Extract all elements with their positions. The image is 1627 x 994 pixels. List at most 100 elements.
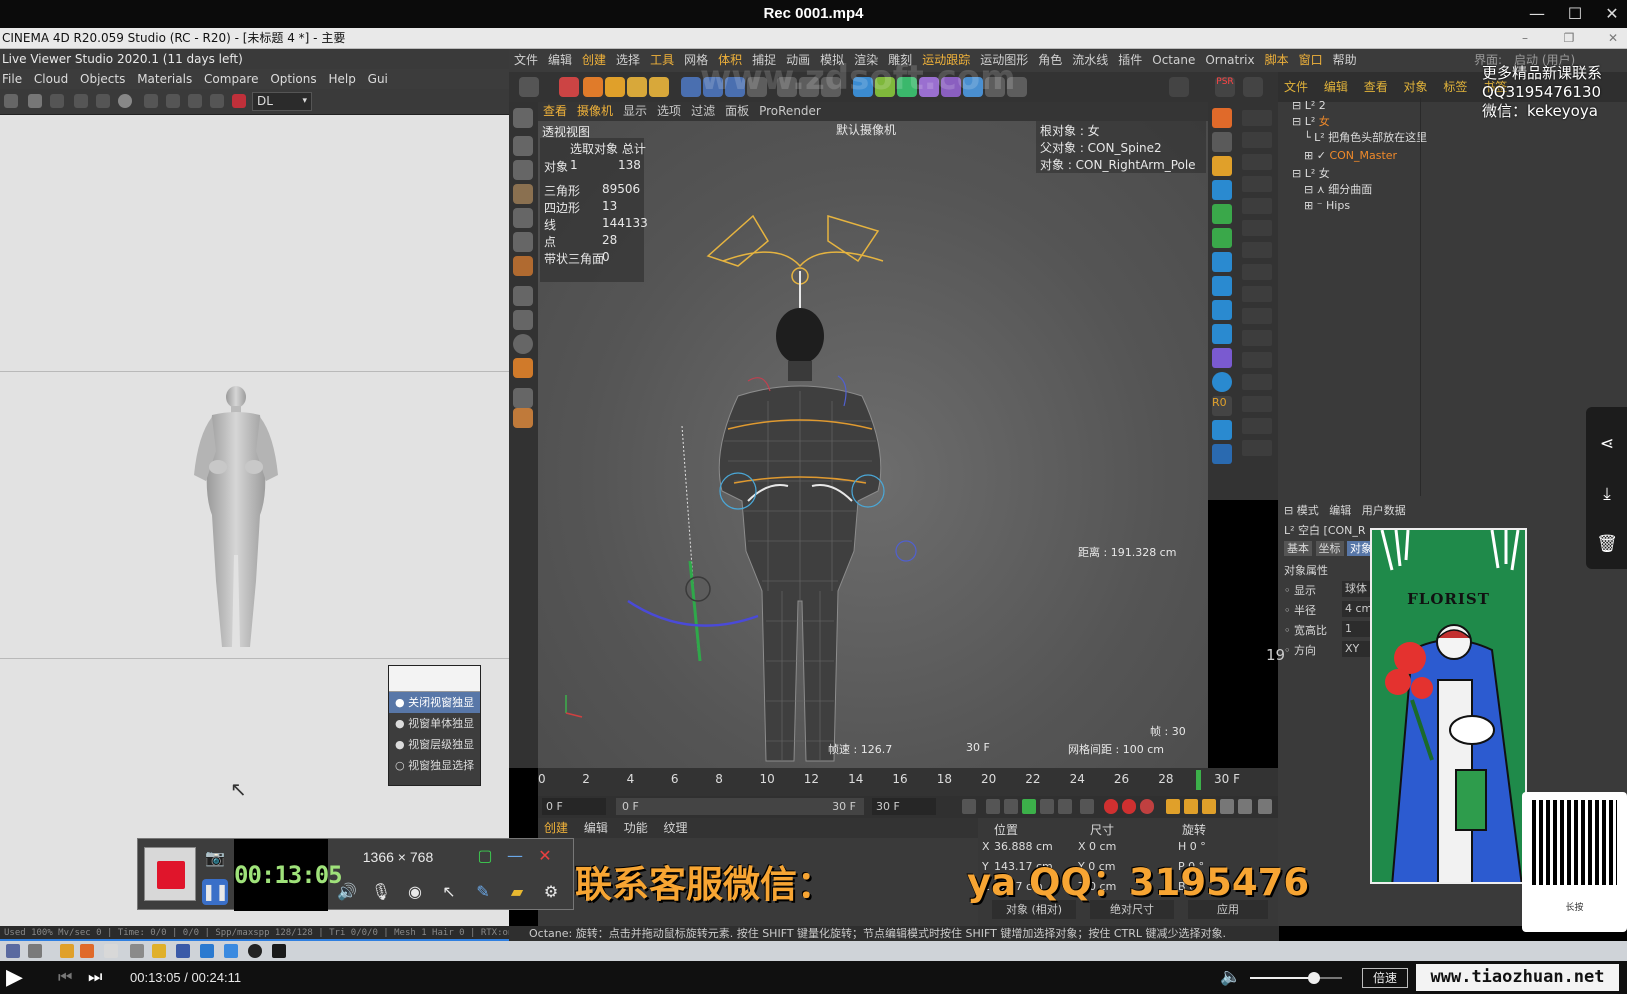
tool-slot[interactable] bbox=[1242, 176, 1272, 192]
viewport-menu-item[interactable]: 查看 bbox=[538, 104, 572, 118]
tool-slot[interactable] bbox=[1242, 110, 1272, 126]
list-item[interactable]: ⊟ L² 女 bbox=[1292, 166, 1330, 182]
camera-snapshot-icon[interactable]: 📷 bbox=[202, 845, 228, 871]
tool-slot[interactable] bbox=[1242, 286, 1272, 302]
om-menu-file[interactable]: 文件 bbox=[1278, 80, 1314, 94]
lv-menu-cloud[interactable]: Cloud bbox=[32, 72, 74, 86]
model-mode-icon[interactable] bbox=[513, 136, 533, 156]
lv-menu-options[interactable]: Options bbox=[268, 72, 322, 86]
close-icon[interactable]: ✕ bbox=[532, 843, 558, 869]
lock-icon[interactable] bbox=[96, 94, 110, 108]
tool-slot[interactable] bbox=[1242, 352, 1272, 368]
keyframe-selection-icon[interactable] bbox=[1140, 799, 1154, 814]
taskbar-app-icon[interactable] bbox=[248, 944, 262, 958]
volume-knob[interactable] bbox=[1308, 972, 1321, 984]
tool-slot[interactable] bbox=[1242, 242, 1272, 258]
go-to-start-icon[interactable] bbox=[962, 799, 976, 814]
taskbar-app-icon[interactable] bbox=[130, 944, 144, 958]
lv-menu-materials[interactable]: Materials bbox=[135, 72, 198, 86]
c4d-menu-item[interactable]: 编辑 bbox=[543, 53, 577, 67]
viewport-menu-item[interactable]: ProRender bbox=[754, 104, 826, 118]
recent-tool-icon[interactable] bbox=[649, 77, 669, 97]
webcam-icon[interactable]: ◉ bbox=[402, 879, 428, 905]
muscle-icon[interactable] bbox=[1212, 204, 1232, 224]
trash-icon[interactable]: 🗑 bbox=[1596, 533, 1618, 555]
pose-icon[interactable] bbox=[1212, 252, 1232, 272]
c4d-menu-item[interactable]: 工具 bbox=[645, 53, 679, 67]
joint-icon[interactable] bbox=[1212, 132, 1232, 152]
om-menu-view[interactable]: 查看 bbox=[1358, 80, 1394, 94]
viewport-menu-item[interactable]: 过滤 bbox=[686, 104, 720, 118]
rotation-counter-icon[interactable]: R0 bbox=[1212, 396, 1232, 416]
attr-menu-mode[interactable]: 模式 bbox=[1297, 504, 1319, 517]
pause-icon[interactable]: ❚❚ bbox=[202, 879, 229, 905]
next-frame-icon[interactable] bbox=[1040, 799, 1054, 814]
pin-icon[interactable] bbox=[188, 94, 202, 108]
viewport-menu-item[interactable]: 摄像机 bbox=[572, 104, 618, 118]
end-frame-field[interactable]: 30 F bbox=[872, 798, 936, 815]
popup-item-solo-off[interactable]: ● 关闭视窗独显 bbox=[389, 692, 480, 713]
c4d-menu-item[interactable]: 创建 bbox=[577, 53, 611, 67]
qr-code[interactable]: 长按 bbox=[1522, 792, 1627, 932]
taskbar-app-icon[interactable] bbox=[224, 944, 238, 958]
playhead[interactable] bbox=[1196, 770, 1201, 790]
viewport-menu-item[interactable]: 显示 bbox=[618, 104, 652, 118]
pause-icon[interactable] bbox=[28, 94, 42, 108]
taskbar-app-icon[interactable] bbox=[104, 944, 118, 958]
speaker-icon[interactable]: 🔊 bbox=[334, 879, 360, 905]
tool-slot[interactable] bbox=[1242, 264, 1272, 280]
c4d-menu-item[interactable]: 选择 bbox=[611, 53, 645, 67]
tab-coords[interactable]: 坐标 bbox=[1315, 541, 1344, 556]
stop-icon[interactable] bbox=[50, 94, 64, 108]
snap-icon[interactable] bbox=[513, 334, 533, 354]
lv-menu-gui[interactable]: Gui bbox=[366, 72, 394, 86]
taskbar-app-icon[interactable] bbox=[200, 944, 214, 958]
autokey-icon[interactable] bbox=[1122, 799, 1136, 814]
motion-icon[interactable] bbox=[1212, 276, 1232, 296]
hair-icon[interactable] bbox=[1212, 420, 1232, 440]
edges-mode-icon[interactable] bbox=[513, 232, 533, 252]
timeline-ruler[interactable]: 30 F 0 2 4 6 8 10 12 14 16 18 20 22 24 26 28 bbox=[538, 768, 1278, 796]
minimize-button[interactable]: — bbox=[1522, 2, 1552, 26]
polygons-mode-icon[interactable] bbox=[513, 256, 533, 276]
tool-slot[interactable] bbox=[1242, 220, 1272, 236]
popup-item-solo-single[interactable]: ● 视窗单体独显 bbox=[389, 713, 480, 734]
prev-key-icon[interactable] bbox=[986, 799, 1000, 814]
window-icon[interactable]: ▢ bbox=[472, 843, 498, 869]
tool-slot[interactable] bbox=[1242, 374, 1272, 390]
texture-mode-icon[interactable] bbox=[513, 160, 533, 180]
list-item[interactable]: ⊟ L² 2 bbox=[1292, 98, 1326, 114]
tool-slot[interactable] bbox=[1242, 418, 1272, 434]
list-item[interactable]: ⊞ ✓ CON_Master bbox=[1304, 148, 1397, 164]
pla-key-icon[interactable] bbox=[1238, 799, 1252, 814]
list-item[interactable]: └ L² 把角色头部放在这里 bbox=[1304, 130, 1427, 146]
rotate-icon[interactable] bbox=[627, 77, 647, 97]
refresh-icon[interactable] bbox=[4, 94, 18, 108]
mat-menu-edit[interactable]: 编辑 bbox=[578, 821, 614, 835]
download-icon[interactable] bbox=[1243, 77, 1263, 97]
volume-slider[interactable] bbox=[1250, 972, 1342, 984]
cursor-icon[interactable]: ↖ bbox=[436, 879, 462, 905]
lv-menu-objects[interactable]: Objects bbox=[78, 72, 131, 86]
om-menu-tags[interactable]: 标签 bbox=[1437, 80, 1473, 94]
c4d-menu-item[interactable]: 插件 bbox=[1113, 53, 1147, 67]
make-editable-icon[interactable] bbox=[513, 108, 533, 128]
weight-icon[interactable] bbox=[1212, 180, 1232, 200]
popup-item-solo-selection[interactable]: ○ 视窗独显选择 bbox=[389, 755, 480, 776]
tool-slot[interactable] bbox=[1242, 396, 1272, 412]
previous-icon[interactable]: ⏮ bbox=[58, 967, 72, 987]
position-key-icon[interactable] bbox=[1166, 799, 1180, 814]
play-icon[interactable]: ▶ bbox=[6, 965, 23, 990]
current-frame-field[interactable]: 0 F bbox=[542, 798, 606, 815]
next-key-icon[interactable] bbox=[1058, 799, 1072, 814]
attr-menu-edit[interactable]: 编辑 bbox=[1329, 504, 1351, 517]
c4d-menu-item[interactable]: 文件 bbox=[509, 53, 543, 67]
task-view-icon[interactable] bbox=[28, 944, 42, 958]
volume-icon[interactable]: 🔈 bbox=[1220, 967, 1241, 987]
c4d-minimize-icon[interactable]: – bbox=[1512, 28, 1538, 48]
record-stop-button[interactable] bbox=[144, 847, 196, 901]
om-menu-objects[interactable]: 对象 bbox=[1398, 80, 1434, 94]
search-icon[interactable] bbox=[6, 944, 20, 958]
go-to-end-icon[interactable] bbox=[1080, 799, 1094, 814]
c4d-menu-item[interactable]: 流水线 bbox=[1067, 53, 1113, 67]
